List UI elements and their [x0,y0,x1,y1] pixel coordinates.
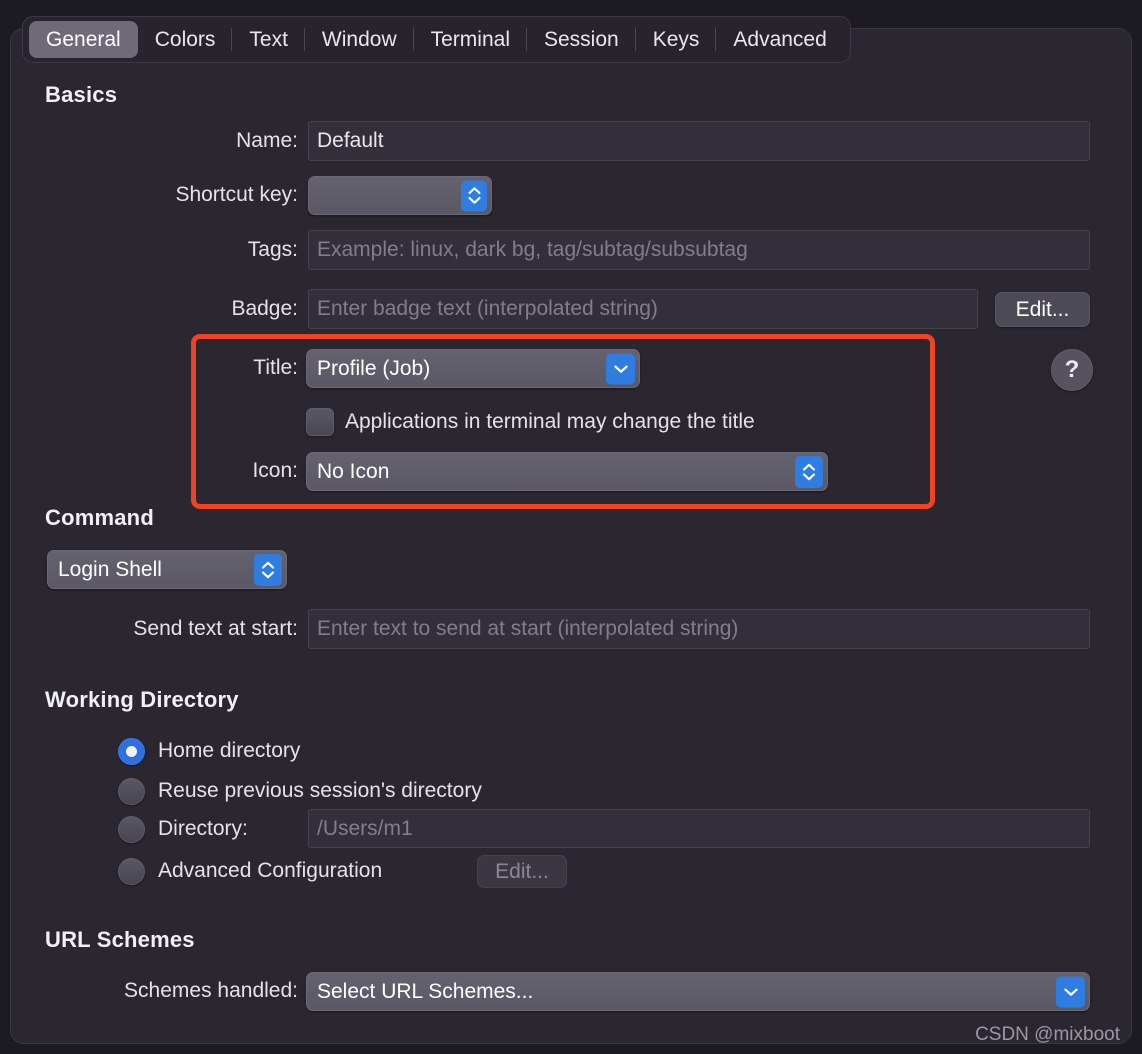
radio-reuse-previous-session-directory[interactable] [118,778,145,805]
radio-home-directory-label: Home directory [158,739,301,762]
shortcut-key-popup[interactable] [308,176,492,215]
chevron-up-down-icon [795,455,823,488]
shortcut-key-label: Shortcut key: [175,183,298,206]
tab-keys-label: Keys [652,27,700,51]
directory-input[interactable]: /Users/m1 [308,809,1090,848]
tab-window-label: Window [321,27,397,51]
chevron-down-icon [802,472,816,480]
send-text-at-start-label: Send text at start: [133,617,298,640]
badge-input[interactable]: Enter badge text (interpolated string) [308,289,978,329]
tab-advanced[interactable]: Advanced [715,21,843,58]
radio-directory[interactable] [118,816,145,843]
radio-advanced-configuration[interactable] [118,858,145,885]
help-button[interactable]: ? [1051,349,1093,391]
command-shell-value: Login Shell [58,557,162,581]
tab-general[interactable]: General [29,21,138,58]
tab-bar: General Colors Text Window Terminal Sess… [22,16,851,63]
chevron-up-icon [467,187,481,195]
command-heading: Command [45,505,154,530]
icon-label: Icon: [252,459,298,482]
tags-input[interactable]: Example: linux, dark bg, tag/subtag/subs… [308,230,1090,270]
tab-session[interactable]: Session [525,21,636,58]
tab-advanced-label: Advanced [733,27,827,51]
apps-may-change-title-checkbox[interactable] [306,408,334,436]
tab-colors[interactable]: Colors [138,21,233,58]
chevron-down-icon [467,196,481,204]
title-value: Profile (Job) [317,356,431,380]
chevron-down-icon [1056,976,1085,1007]
badge-label: Badge: [231,297,298,320]
radio-home-directory[interactable] [118,738,145,765]
tab-text[interactable]: Text [231,21,305,58]
badge-edit-button[interactable]: Edit... [995,292,1090,327]
radio-advanced-configuration-label: Advanced Configuration [158,859,383,882]
icon-popup[interactable]: No Icon [306,452,828,491]
tags-label: Tags: [247,238,298,261]
name-input[interactable]: Default [308,121,1090,161]
name-label: Name: [236,129,298,152]
advanced-configuration-edit-button[interactable]: Edit... [477,855,567,888]
preferences-window: General Colors Text Window Terminal Sess… [0,0,1142,1054]
basics-heading: Basics [45,82,118,107]
chevron-up-icon [802,463,816,471]
radio-directory-label: Directory: [158,817,248,840]
tab-general-label: General [46,27,121,51]
title-pulldown[interactable]: Profile (Job) [306,349,640,388]
chevron-down-icon [606,353,635,384]
tab-window[interactable]: Window [303,21,414,58]
watermark: CSDN @mixboot [975,1024,1120,1045]
url-schemes-heading: URL Schemes [45,927,195,952]
tab-text-label: Text [249,27,288,51]
chevron-down-icon [261,570,275,578]
tab-terminal[interactable]: Terminal [412,21,527,58]
schemes-handled-pulldown[interactable]: Select URL Schemes... [306,972,1090,1011]
chevron-up-down-icon [254,553,282,586]
apps-may-change-title-label: Applications in terminal may change the … [345,410,755,433]
tab-session-label: Session [543,27,619,51]
schemes-handled-value: Select URL Schemes... [317,979,534,1003]
tab-colors-label: Colors [154,27,216,51]
title-label: Title: [253,356,298,379]
send-text-at-start-input[interactable]: Enter text to send at start (interpolate… [308,609,1090,649]
tab-terminal-label: Terminal [430,27,510,51]
question-mark-icon: ? [1064,356,1080,383]
command-shell-popup[interactable]: Login Shell [47,550,287,589]
general-settings-panel [10,28,1132,1044]
chevron-up-down-icon [461,180,487,211]
icon-value: No Icon [317,459,390,483]
working-directory-heading: Working Directory [45,687,239,712]
schemes-handled-label: Schemes handled: [124,979,298,1002]
radio-reuse-previous-session-directory-label: Reuse previous session's directory [158,779,482,802]
chevron-up-icon [261,561,275,569]
tab-keys[interactable]: Keys [634,21,717,58]
